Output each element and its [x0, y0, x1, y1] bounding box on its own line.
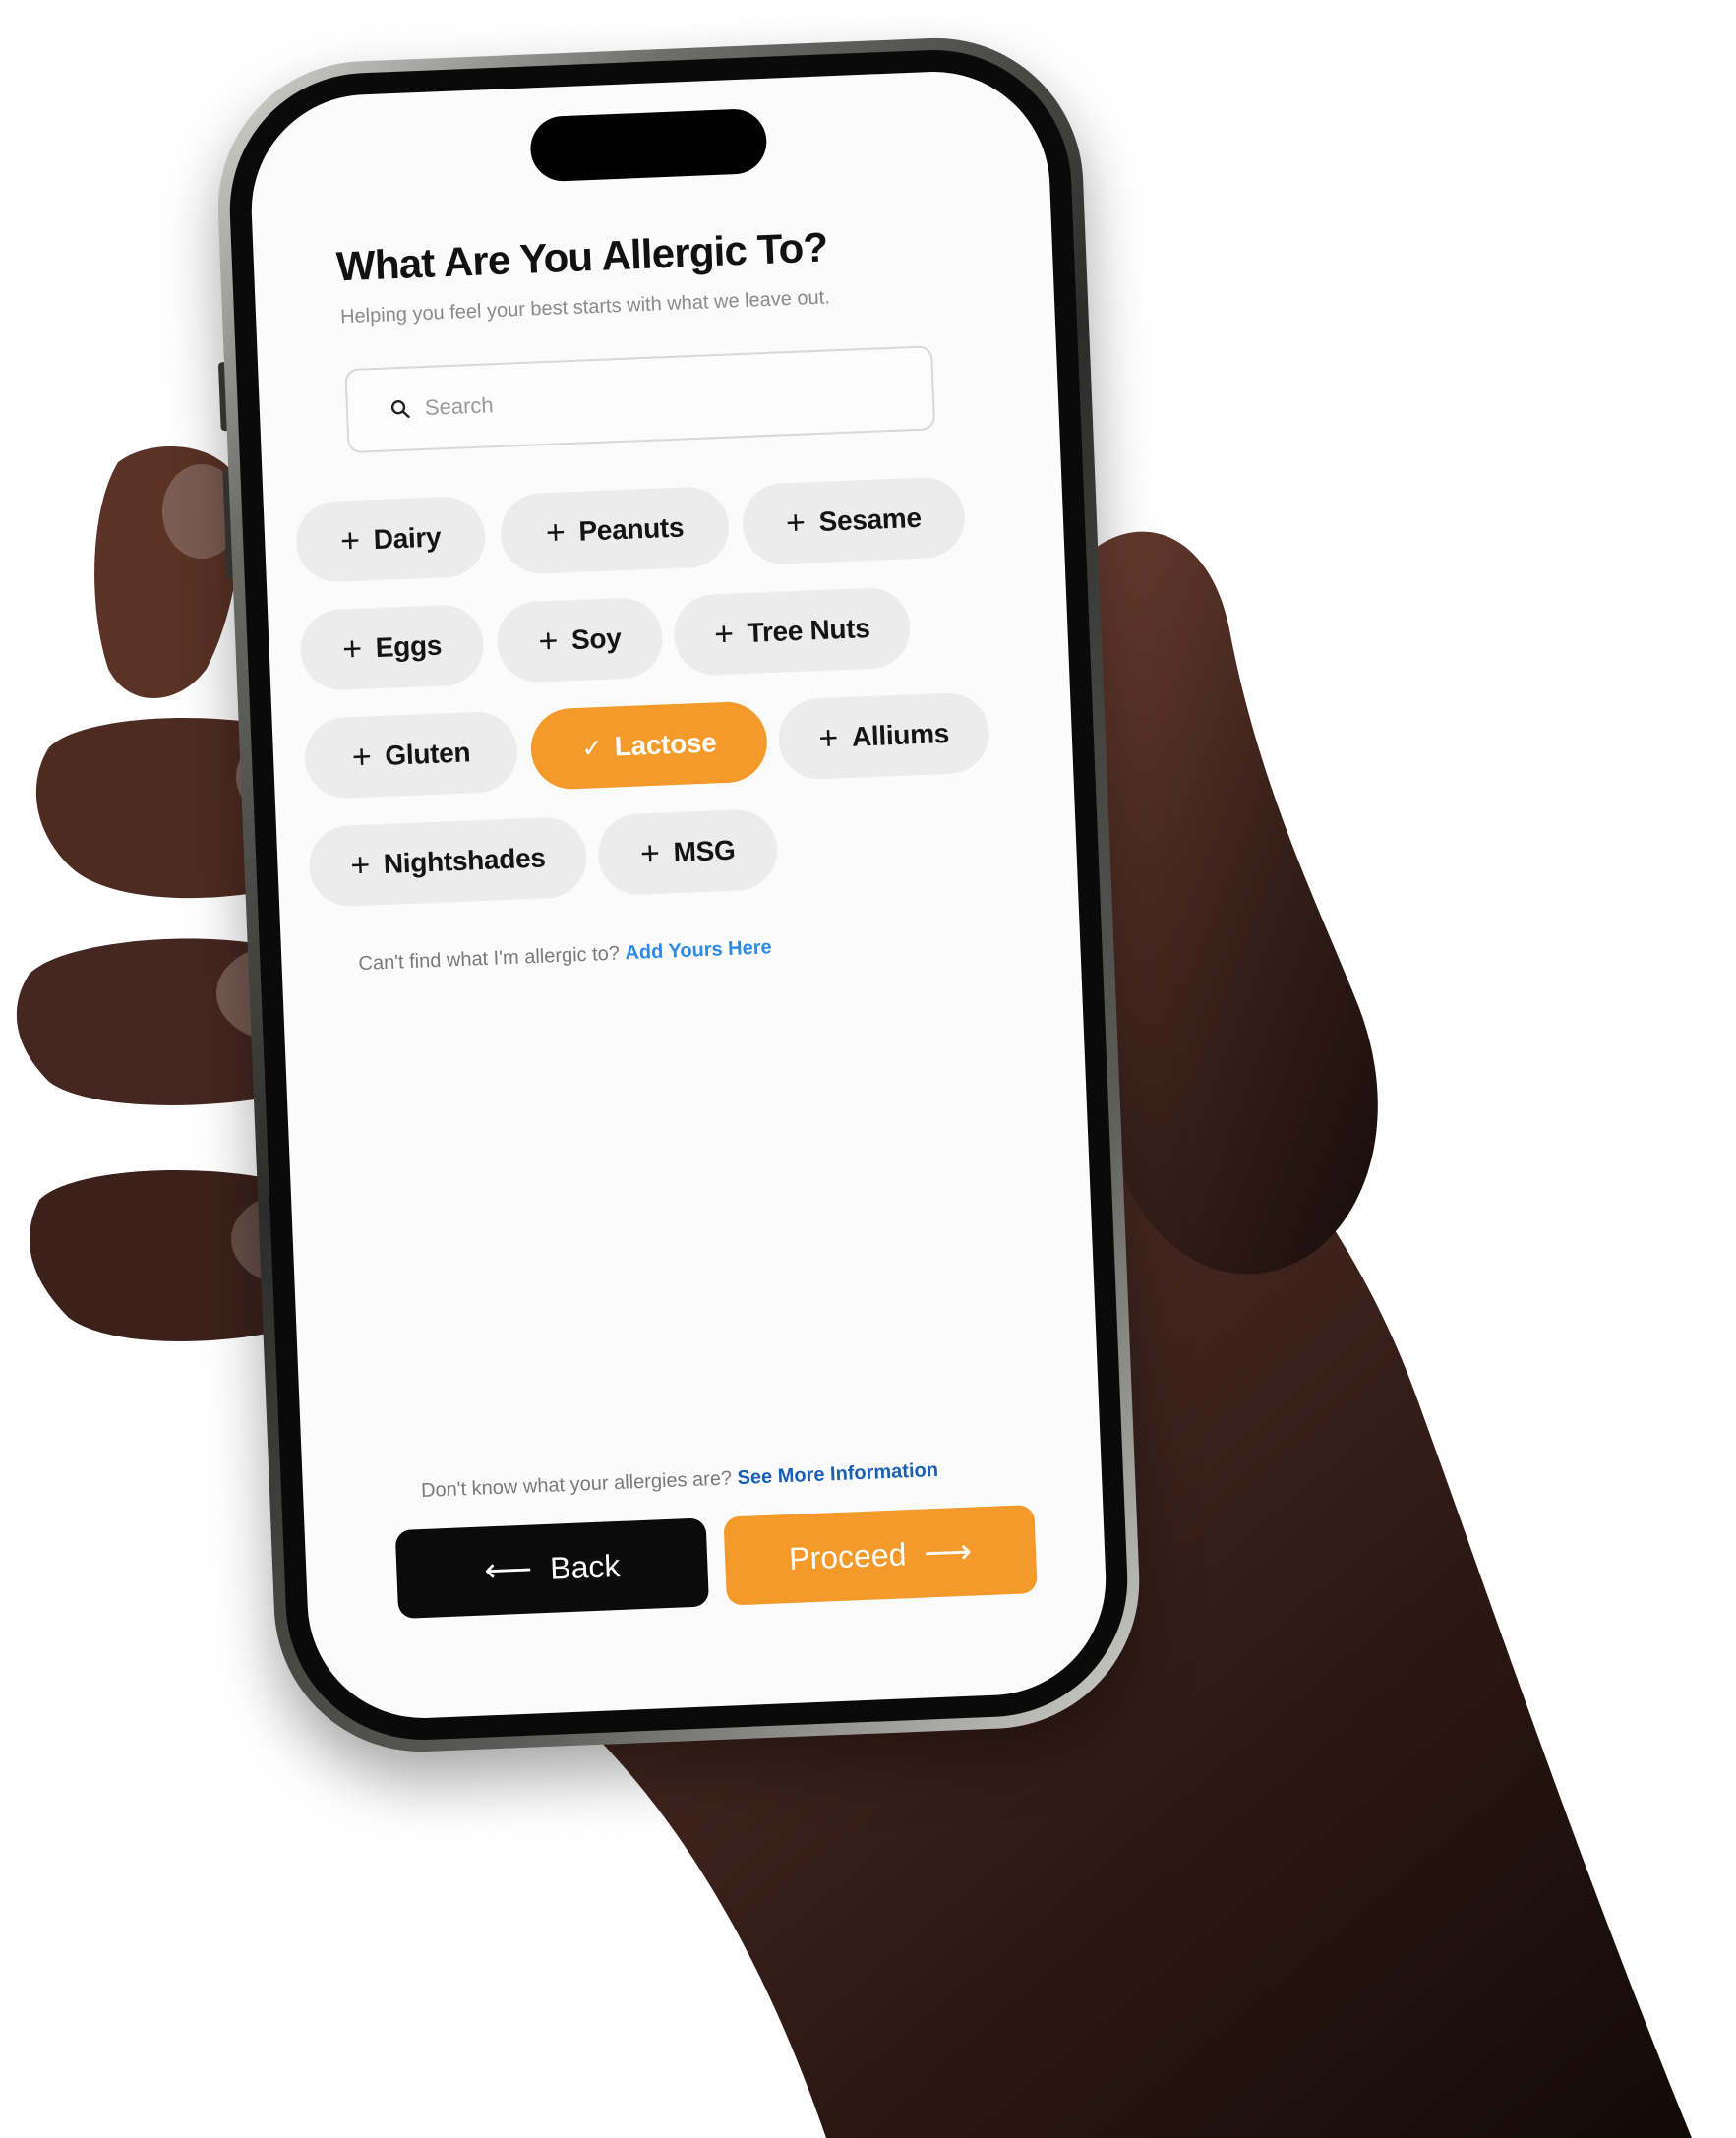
- phone: What Are You Allergic To? Helping you fe…: [211, 32, 1146, 1757]
- plus-icon: +: [545, 513, 567, 553]
- chip-label: Tree Nuts: [747, 612, 871, 648]
- chip-label: Eggs: [375, 629, 443, 664]
- search-input[interactable]: [422, 378, 821, 423]
- see-more-info-link[interactable]: See More Information: [737, 1459, 938, 1489]
- plus-icon: +: [341, 629, 363, 669]
- dynamic-island: [529, 107, 768, 183]
- chip-soy[interactable]: + Soy: [495, 596, 665, 684]
- plus-icon: +: [537, 622, 559, 661]
- chip-label: Nightshades: [383, 842, 547, 880]
- search-box[interactable]: [344, 345, 936, 454]
- back-button[interactable]: ⟵ Back: [394, 1517, 710, 1620]
- plus-icon: +: [817, 719, 839, 758]
- proceed-button[interactable]: Proceed ⟶: [723, 1505, 1038, 1606]
- plus-icon: +: [713, 615, 735, 654]
- chip-label: Sesame: [818, 502, 923, 537]
- chip-peanuts[interactable]: + Peanuts: [499, 485, 731, 575]
- plus-icon: +: [351, 738, 373, 777]
- plus-icon: +: [785, 504, 807, 543]
- chip-label: Dairy: [373, 521, 442, 556]
- arrow-right-icon: ⟶: [923, 1532, 973, 1573]
- arrow-left-icon: ⟵: [483, 1550, 533, 1590]
- info-hint-text: Don't know what your allergies are?: [420, 1467, 733, 1502]
- chip-lactose[interactable]: ✓ Lactose: [529, 700, 769, 791]
- chip-tree-nuts[interactable]: + Tree Nuts: [672, 586, 912, 677]
- custom-allergen-hint: Can't find what I'm allergic to? Add You…: [358, 936, 772, 976]
- proceed-label: Proceed: [788, 1535, 908, 1576]
- plus-icon: +: [639, 834, 661, 873]
- back-label: Back: [549, 1547, 621, 1586]
- chip-label: Soy: [570, 623, 623, 656]
- chip-label: Gluten: [384, 737, 471, 771]
- chip-nightshades[interactable]: + Nightshades: [307, 815, 588, 909]
- add-yours-link[interactable]: Add Yours Here: [625, 936, 772, 964]
- search-icon: [390, 400, 410, 419]
- chip-eggs[interactable]: + Eggs: [299, 603, 486, 692]
- chip-sesame[interactable]: + Sesame: [741, 476, 967, 566]
- chip-label: Lactose: [614, 727, 718, 762]
- plus-icon: +: [339, 521, 361, 561]
- custom-hint-text: Can't find what I'm allergic to?: [358, 942, 621, 976]
- chip-alliums[interactable]: + Alliums: [777, 691, 991, 781]
- chip-msg[interactable]: + MSG: [596, 807, 779, 897]
- chip-gluten[interactable]: + Gluten: [303, 710, 519, 801]
- plus-icon: +: [349, 846, 371, 885]
- page-subtitle: Helping you feel your best starts with w…: [339, 286, 831, 328]
- info-hint: Don't know what your allergies are? See …: [421, 1459, 939, 1503]
- chip-label: Alliums: [851, 717, 950, 752]
- page-title: What Are You Allergic To?: [335, 223, 829, 290]
- chip-label: Peanuts: [577, 511, 685, 547]
- app-screen: What Are You Allergic To? Helping you fe…: [247, 67, 1110, 1723]
- chip-dairy[interactable]: + Dairy: [294, 495, 487, 584]
- check-icon: ✓: [580, 732, 604, 763]
- chip-label: MSG: [672, 834, 737, 868]
